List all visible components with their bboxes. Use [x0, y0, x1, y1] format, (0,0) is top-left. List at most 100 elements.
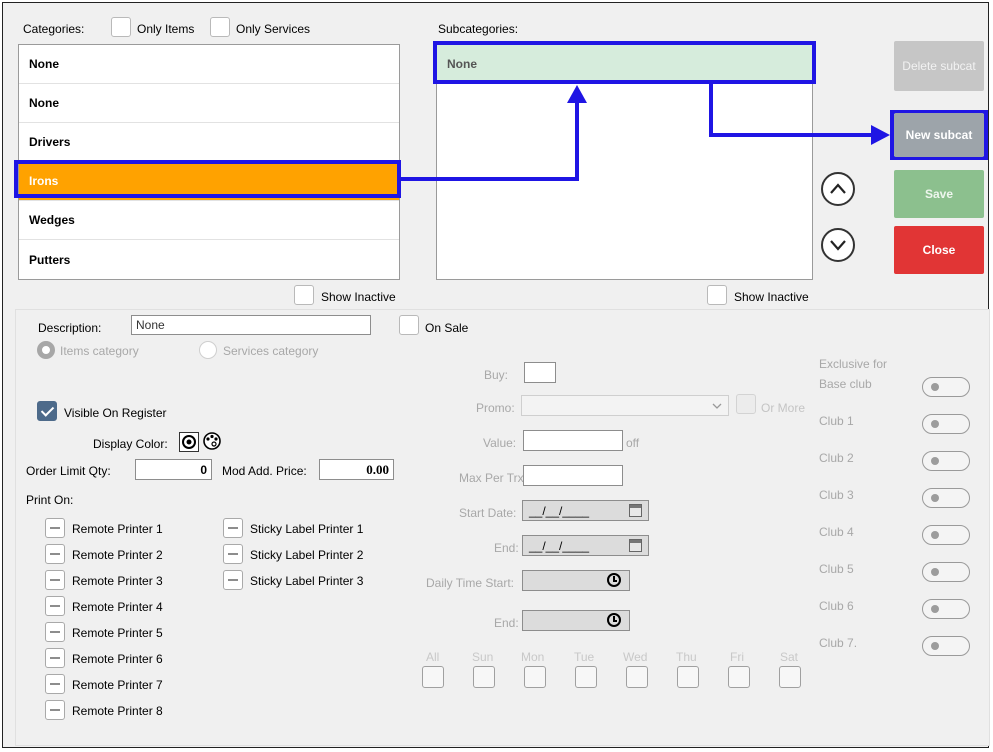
close-button[interactable]: Close [894, 226, 984, 274]
display-color-label: Display Color: [93, 437, 168, 451]
categories-show-inactive-checkbox[interactable] [294, 285, 314, 305]
club-1-toggle[interactable] [922, 414, 970, 434]
remote-printer-7-checkbox[interactable] [45, 674, 65, 694]
value-label: Value: [483, 436, 517, 450]
visible-on-register-checkbox[interactable] [37, 401, 57, 421]
print-on-label: Print On: [26, 493, 74, 507]
remote-printer-5-label: Remote Printer 5 [72, 626, 163, 640]
calendar-icon[interactable] [629, 539, 642, 552]
services-category-label: Services category [223, 344, 319, 358]
remote-printer-3-checkbox[interactable] [45, 570, 65, 590]
club-6-label: Club 6 [819, 599, 854, 613]
services-category-radio[interactable] [199, 341, 217, 359]
remote-printer-2-label: Remote Printer 2 [72, 548, 163, 562]
or-more-label: Or More [761, 401, 806, 415]
sticky-printer-1-checkbox[interactable] [223, 518, 243, 538]
club-1-label: Club 1 [819, 414, 854, 428]
on-sale-checkbox[interactable] [399, 315, 419, 335]
new-subcat-button[interactable]: New subcat [894, 113, 984, 157]
remote-printer-8-checkbox[interactable] [45, 700, 65, 720]
day-tue-label: Tue [574, 650, 595, 664]
chevron-up-icon [830, 183, 846, 194]
buy-label: Buy: [484, 368, 509, 382]
promo-select[interactable] [521, 395, 729, 416]
clock-icon[interactable] [607, 613, 621, 627]
club-4-label: Club 4 [819, 525, 854, 539]
or-more-checkbox[interactable] [736, 394, 756, 414]
time-end-input[interactable] [522, 610, 630, 631]
day-tue-checkbox[interactable] [575, 666, 597, 688]
day-fri-label: Fri [730, 650, 744, 664]
day-sun-label: Sun [472, 650, 494, 664]
remote-printer-6-checkbox[interactable] [45, 648, 65, 668]
chevron-down-icon [830, 240, 846, 251]
off-label: off [626, 436, 640, 450]
promo-label: Promo: [476, 401, 515, 415]
remote-printer-4-checkbox[interactable] [45, 596, 65, 616]
day-all-checkbox[interactable] [422, 666, 444, 688]
club-2-label: Club 2 [819, 451, 854, 465]
base-club-toggle[interactable] [922, 377, 970, 397]
order-limit-input[interactable]: 0 [135, 459, 212, 480]
end-date-label: End: [494, 541, 519, 555]
day-fri-checkbox[interactable] [728, 666, 750, 688]
subcategories-show-inactive-checkbox[interactable] [707, 285, 727, 305]
club-5-label: Club 5 [819, 562, 854, 576]
save-button[interactable]: Save [894, 170, 984, 218]
subcategories-show-inactive-label: Show Inactive [734, 290, 809, 304]
club-4-toggle[interactable] [922, 525, 970, 545]
max-per-trx-label: Max Per Trx: [459, 471, 528, 485]
time-end-label: End: [494, 616, 519, 630]
sticky-printer-1-label: Sticky Label Printer 1 [250, 522, 364, 536]
sticky-printer-2-checkbox[interactable] [223, 544, 243, 564]
day-wed-label: Wed [623, 650, 648, 664]
value-input[interactable] [523, 430, 623, 451]
target-icon [182, 435, 196, 449]
color-swatch-button[interactable] [179, 432, 199, 452]
items-category-label: Items category [60, 344, 139, 358]
remote-printer-2-checkbox[interactable] [45, 544, 65, 564]
description-label: Description: [38, 321, 102, 335]
visible-on-register-label: Visible On Register [64, 406, 167, 420]
palette-icon[interactable] [202, 431, 222, 451]
move-up-button[interactable] [821, 172, 855, 206]
mod-add-price-input[interactable]: 0.00 [319, 459, 394, 480]
day-sun-checkbox[interactable] [473, 666, 495, 688]
details-panel: Description: None On Sale Items category… [15, 309, 990, 746]
remote-printer-1-checkbox[interactable] [45, 518, 65, 538]
club-2-toggle[interactable] [922, 451, 970, 471]
daily-time-start-label: Daily Time Start: [426, 576, 515, 590]
start-date-value: __/__/____ [529, 503, 590, 518]
categories-show-inactive-label: Show Inactive [321, 290, 396, 304]
club-5-toggle[interactable] [922, 562, 970, 582]
day-sat-checkbox[interactable] [779, 666, 801, 688]
start-date-input[interactable]: __/__/____ [522, 500, 649, 521]
items-category-radio[interactable] [37, 341, 55, 359]
buy-input[interactable] [524, 362, 556, 383]
day-mon-label: Mon [521, 650, 545, 664]
sticky-printer-2-label: Sticky Label Printer 2 [250, 548, 364, 562]
day-mon-checkbox[interactable] [524, 666, 546, 688]
daily-time-start-input[interactable] [522, 570, 630, 591]
day-sat-label: Sat [780, 650, 799, 664]
clock-icon[interactable] [607, 573, 621, 587]
description-input[interactable]: None [131, 315, 371, 335]
exclusive-for-label: Exclusive for [819, 357, 888, 371]
max-per-trx-input[interactable] [523, 465, 623, 486]
remote-printer-5-checkbox[interactable] [45, 622, 65, 642]
calendar-icon[interactable] [629, 504, 642, 517]
club-6-toggle[interactable] [922, 599, 970, 619]
end-date-input[interactable]: __/__/____ [522, 535, 649, 556]
day-wed-checkbox[interactable] [626, 666, 648, 688]
remote-printer-3-label: Remote Printer 3 [72, 574, 163, 588]
sticky-printer-3-checkbox[interactable] [223, 570, 243, 590]
remote-printer-4-label: Remote Printer 4 [72, 600, 163, 614]
day-thu-label: Thu [676, 650, 697, 664]
club-3-toggle[interactable] [922, 488, 970, 508]
delete-subcat-button[interactable]: Delete subcat [894, 41, 984, 91]
day-thu-checkbox[interactable] [677, 666, 699, 688]
remote-printer-8-label: Remote Printer 8 [72, 704, 163, 718]
move-down-button[interactable] [821, 228, 855, 262]
base-club-label: Base club [819, 377, 872, 391]
club-7-toggle[interactable] [922, 636, 970, 656]
